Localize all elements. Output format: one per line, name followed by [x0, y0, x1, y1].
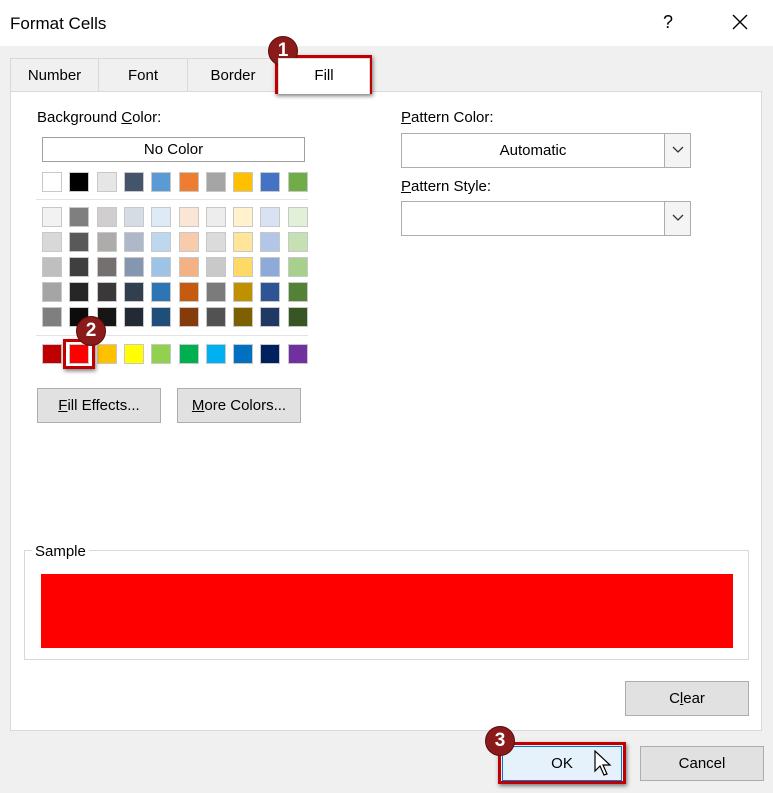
tint-color-swatch[interactable]	[288, 207, 308, 227]
standard-color-swatch[interactable]	[260, 344, 280, 364]
tint-color-swatch[interactable]	[260, 307, 280, 327]
tint-color-swatch[interactable]	[97, 232, 117, 252]
tint-color-swatch[interactable]	[206, 282, 226, 302]
dialog-title: Format Cells	[10, 14, 107, 33]
theme-color-swatch[interactable]	[206, 172, 226, 192]
tint-color-swatch[interactable]	[288, 282, 308, 302]
pattern-color-label: Pattern Color:	[401, 109, 494, 126]
tint-color-swatch[interactable]	[124, 307, 144, 327]
tint-color-swatch[interactable]	[260, 207, 280, 227]
tint-color-swatch[interactable]	[206, 232, 226, 252]
tint-color-swatch[interactable]	[260, 257, 280, 277]
tint-color-swatch[interactable]	[260, 232, 280, 252]
tint-color-swatch[interactable]	[179, 307, 199, 327]
tint-color-swatch[interactable]	[233, 282, 253, 302]
standard-color-swatch[interactable]	[42, 344, 62, 364]
tint-color-swatch[interactable]	[206, 207, 226, 227]
tint-color-swatch[interactable]	[124, 257, 144, 277]
tint-color-swatch[interactable]	[179, 232, 199, 252]
standard-color-swatch[interactable]	[206, 344, 226, 364]
theme-color-swatch[interactable]	[260, 172, 280, 192]
tint-color-swatch[interactable]	[151, 307, 171, 327]
tint-color-swatch[interactable]	[42, 257, 62, 277]
sample-preview	[41, 574, 733, 648]
pattern-style-value	[402, 202, 664, 235]
pattern-style-dropdown[interactable]	[401, 201, 691, 236]
chevron-down-icon[interactable]	[664, 134, 690, 167]
tint-color-swatch[interactable]	[69, 282, 89, 302]
tint-color-swatch[interactable]	[69, 232, 89, 252]
standard-color-swatch[interactable]	[97, 344, 117, 364]
theme-color-swatch[interactable]	[42, 172, 62, 192]
standard-color-swatch[interactable]	[288, 344, 308, 364]
theme-color-swatch[interactable]	[124, 172, 144, 192]
theme-color-swatch[interactable]	[97, 172, 117, 192]
tint-color-swatch[interactable]	[151, 232, 171, 252]
theme-color-swatch[interactable]	[288, 172, 308, 192]
tint-color-swatch[interactable]	[233, 232, 253, 252]
tint-color-swatch[interactable]	[124, 207, 144, 227]
tint-color-swatch[interactable]	[151, 207, 171, 227]
chevron-down-icon[interactable]	[664, 202, 690, 235]
tint-color-swatch[interactable]	[288, 232, 308, 252]
background-color-label: Background Color:	[37, 109, 162, 126]
tint-color-swatch[interactable]	[69, 257, 89, 277]
tint-color-swatch[interactable]	[288, 257, 308, 277]
tint-color-swatch[interactable]	[42, 307, 62, 327]
tab-font[interactable]: Font	[98, 58, 188, 92]
tab-number[interactable]: Number	[10, 58, 99, 92]
tint-color-swatch[interactable]	[42, 207, 62, 227]
tint-color-swatch[interactable]	[206, 307, 226, 327]
theme-color-swatch[interactable]	[151, 172, 171, 192]
tint-color-swatch[interactable]	[97, 257, 117, 277]
step-badge-3: 3	[485, 726, 515, 756]
tab-border[interactable]: Border	[187, 58, 279, 92]
clear-button[interactable]: Clear	[625, 681, 749, 716]
tint-color-swatch[interactable]	[124, 232, 144, 252]
tint-color-swatch[interactable]	[233, 307, 253, 327]
tint-color-swatch[interactable]	[233, 257, 253, 277]
tint-color-swatch[interactable]	[179, 207, 199, 227]
tint-color-swatch[interactable]	[206, 257, 226, 277]
theme-color-swatch[interactable]	[69, 172, 89, 192]
tint-color-swatch[interactable]	[97, 207, 117, 227]
title-bar: Format Cells ?	[0, 0, 773, 46]
standard-color-swatch[interactable]	[179, 344, 199, 364]
pattern-color-dropdown[interactable]: Automatic	[401, 133, 691, 168]
tint-color-swatch[interactable]	[233, 207, 253, 227]
more-colors-button[interactable]: More Colors...	[177, 388, 301, 423]
tint-color-swatch[interactable]	[97, 282, 117, 302]
cancel-button[interactable]: Cancel	[640, 746, 764, 781]
help-button[interactable]: ?	[663, 12, 673, 33]
close-icon[interactable]	[730, 12, 750, 32]
theme-color-swatch[interactable]	[233, 172, 253, 192]
tint-color-swatch[interactable]	[42, 282, 62, 302]
standard-color-swatch[interactable]	[233, 344, 253, 364]
tab-fill[interactable]: Fill	[278, 58, 370, 94]
pattern-color-value: Automatic	[499, 142, 567, 159]
tint-color-swatch[interactable]	[288, 307, 308, 327]
tint-color-swatch[interactable]	[69, 207, 89, 227]
sample-label: Sample	[32, 543, 89, 560]
no-color-button[interactable]: No Color	[42, 137, 305, 162]
fill-effects-button[interactable]: Fill Effects...	[37, 388, 161, 423]
palette-divider	[36, 199, 308, 200]
tint-color-swatch[interactable]	[42, 232, 62, 252]
theme-color-swatch[interactable]	[179, 172, 199, 192]
step-badge-2: 2	[76, 316, 106, 346]
standard-color-swatch[interactable]	[151, 344, 171, 364]
tint-color-swatch[interactable]	[179, 282, 199, 302]
tint-color-swatch[interactable]	[179, 257, 199, 277]
tint-color-swatch[interactable]	[151, 257, 171, 277]
tint-color-swatch[interactable]	[260, 282, 280, 302]
tint-color-swatch[interactable]	[124, 282, 144, 302]
tint-color-swatch[interactable]	[151, 282, 171, 302]
mouse-pointer-icon	[594, 749, 612, 782]
standard-color-swatch[interactable]	[124, 344, 144, 364]
pattern-style-label: Pattern Style:	[401, 178, 492, 195]
